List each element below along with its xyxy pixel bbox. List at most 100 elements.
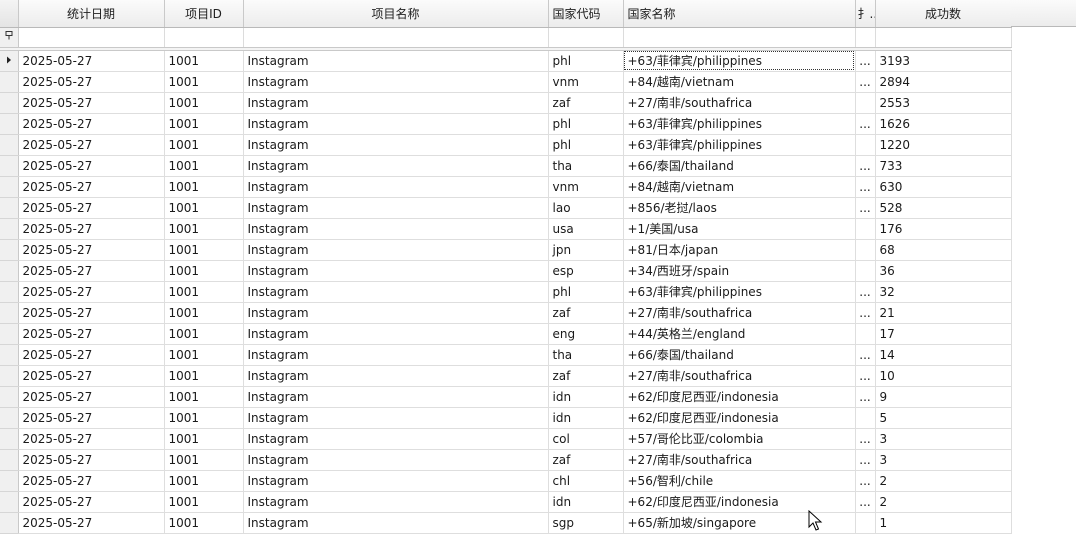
row-indicator[interactable] [0,113,19,135]
cell-country-code[interactable]: zaf [548,449,624,471]
row-indicator[interactable] [0,323,19,345]
filter-cell-truncated[interactable] [855,27,876,48]
cell-date[interactable]: 2025-05-27 [18,302,165,324]
cell-success-count[interactable]: 14 [875,344,1012,366]
filter-cell-country-name[interactable] [623,27,856,48]
cell-country-name[interactable]: +62/印度尼西亚/indonesia [623,491,856,513]
table-row[interactable]: 2025-05-27 1001 Instagram tha +66/泰国/thailan… [0,155,1012,177]
table-row[interactable]: 2025-05-27 1001 Instagram idn +62/印度尼西亚/indo… [0,386,1012,408]
cell-country-name[interactable]: +27/南非/southafrica [623,365,856,387]
cell-country-name[interactable]: +56/智利/chile [623,470,856,492]
cell-date[interactable]: 2025-05-27 [18,176,165,198]
cell-country-code[interactable]: vnm [548,71,624,93]
cell-success-count[interactable]: 68 [875,239,1012,261]
cell-project-id[interactable]: 1001 [164,239,244,261]
filter-cell-date[interactable] [18,27,165,48]
row-indicator[interactable] [0,155,19,177]
cell-project-name[interactable]: Instagram [243,197,549,219]
table-row[interactable]: 2025-05-27 1001 Instagram tha +66/泰国/thailan… [0,344,1012,366]
column-header-country-code[interactable]: 国家代码 [548,0,624,28]
row-indicator[interactable] [0,197,19,219]
row-indicator[interactable] [0,344,19,366]
cell-success-count[interactable]: 9 [875,386,1012,408]
cell-country-name[interactable]: +81/日本/japan [623,239,856,261]
cell-truncated[interactable]: ... [855,470,876,492]
cell-country-name[interactable]: +62/印度尼西亚/indonesia [623,407,856,429]
row-indicator[interactable] [0,218,19,240]
cell-country-code[interactable]: lao [548,197,624,219]
cell-project-name[interactable]: Instagram [243,491,549,513]
cell-project-id[interactable]: 1001 [164,218,244,240]
column-header-country-name[interactable]: 国家名称 [623,0,856,28]
cell-country-name[interactable]: +27/南非/southafrica [623,449,856,471]
cell-project-id[interactable]: 1001 [164,470,244,492]
column-header-date[interactable]: 统计日期 [18,0,165,28]
cell-date[interactable]: 2025-05-27 [18,449,165,471]
table-row[interactable]: 2025-05-27 1001 Instagram zaf +27/南非/southaf… [0,365,1012,387]
cell-project-name[interactable]: Instagram [243,407,549,429]
data-grid[interactable]: 统计日期 项目ID 项目名称 国家代码 国家名称 扌.. 成功数 [0,0,1076,535]
cell-truncated[interactable]: ... [855,113,876,135]
cell-project-id[interactable]: 1001 [164,281,244,303]
cell-date[interactable]: 2025-05-27 [18,428,165,450]
cell-truncated[interactable]: ... [855,71,876,93]
cell-project-id[interactable]: 1001 [164,302,244,324]
row-indicator[interactable] [0,428,19,450]
cell-date[interactable]: 2025-05-27 [18,218,165,240]
cell-country-code[interactable]: phl [548,134,624,156]
cell-country-code[interactable]: eng [548,323,624,345]
cell-date[interactable]: 2025-05-27 [18,470,165,492]
cell-truncated[interactable]: ... [855,449,876,471]
table-row[interactable]: 2025-05-27 1001 Instagram phl +63/菲律宾/philip… [0,50,1012,72]
header-corner[interactable] [0,0,19,28]
cell-success-count[interactable]: 1220 [875,134,1012,156]
cell-truncated[interactable] [855,323,876,345]
cell-date[interactable]: 2025-05-27 [18,50,165,72]
cell-success-count[interactable]: 528 [875,197,1012,219]
cell-truncated[interactable]: ... [855,365,876,387]
cell-project-name[interactable]: Instagram [243,218,549,240]
cell-truncated[interactable]: ... [855,344,876,366]
row-indicator[interactable] [0,281,19,303]
cell-country-name[interactable]: +34/西班牙/spain [623,260,856,282]
table-row[interactable]: 2025-05-27 1001 Instagram jpn +81/日本/japan 68 [0,239,1012,261]
cell-project-id[interactable]: 1001 [164,260,244,282]
cell-project-id[interactable]: 1001 [164,365,244,387]
cell-project-name[interactable]: Instagram [243,113,549,135]
cell-project-id[interactable]: 1001 [164,344,244,366]
cell-truncated[interactable]: ... [855,281,876,303]
cell-project-name[interactable]: Instagram [243,50,549,72]
column-header-truncated[interactable]: 扌.. [855,0,876,28]
table-row[interactable]: 2025-05-27 1001 Instagram usa +1/美国/usa 176 [0,218,1012,240]
cell-project-id[interactable]: 1001 [164,176,244,198]
cell-success-count[interactable]: 3193 [875,50,1012,72]
column-header-success-count[interactable]: 成功数 [875,0,1012,28]
cell-project-name[interactable]: Instagram [243,449,549,471]
row-indicator[interactable] [0,491,19,513]
cell-truncated[interactable] [855,407,876,429]
cell-country-code[interactable]: vnm [548,176,624,198]
row-indicator[interactable] [0,134,19,156]
row-indicator[interactable] [0,407,19,429]
row-indicator[interactable] [0,176,19,198]
table-row[interactable]: 2025-05-27 1001 Instagram zaf +27/南非/southaf… [0,302,1012,324]
cell-truncated[interactable] [855,260,876,282]
cell-project-name[interactable]: Instagram [243,428,549,450]
cell-project-id[interactable]: 1001 [164,50,244,72]
cell-project-id[interactable]: 1001 [164,155,244,177]
cell-date[interactable]: 2025-05-27 [18,386,165,408]
cell-date[interactable]: 2025-05-27 [18,71,165,93]
cell-project-name[interactable]: Instagram [243,302,549,324]
cell-country-name[interactable]: +44/英格兰/england [623,323,856,345]
row-indicator[interactable] [0,470,19,492]
row-indicator[interactable] [0,239,19,261]
cell-country-code[interactable]: zaf [548,92,624,114]
cell-success-count[interactable]: 2894 [875,71,1012,93]
cell-truncated[interactable]: ... [855,197,876,219]
cell-date[interactable]: 2025-05-27 [18,281,165,303]
row-indicator[interactable] [0,260,19,282]
cell-success-count[interactable]: 2 [875,470,1012,492]
cell-country-name[interactable]: +63/菲律宾/philippines [623,113,856,135]
row-indicator[interactable] [0,302,19,324]
cell-country-name[interactable]: +84/越南/vietnam [623,176,856,198]
